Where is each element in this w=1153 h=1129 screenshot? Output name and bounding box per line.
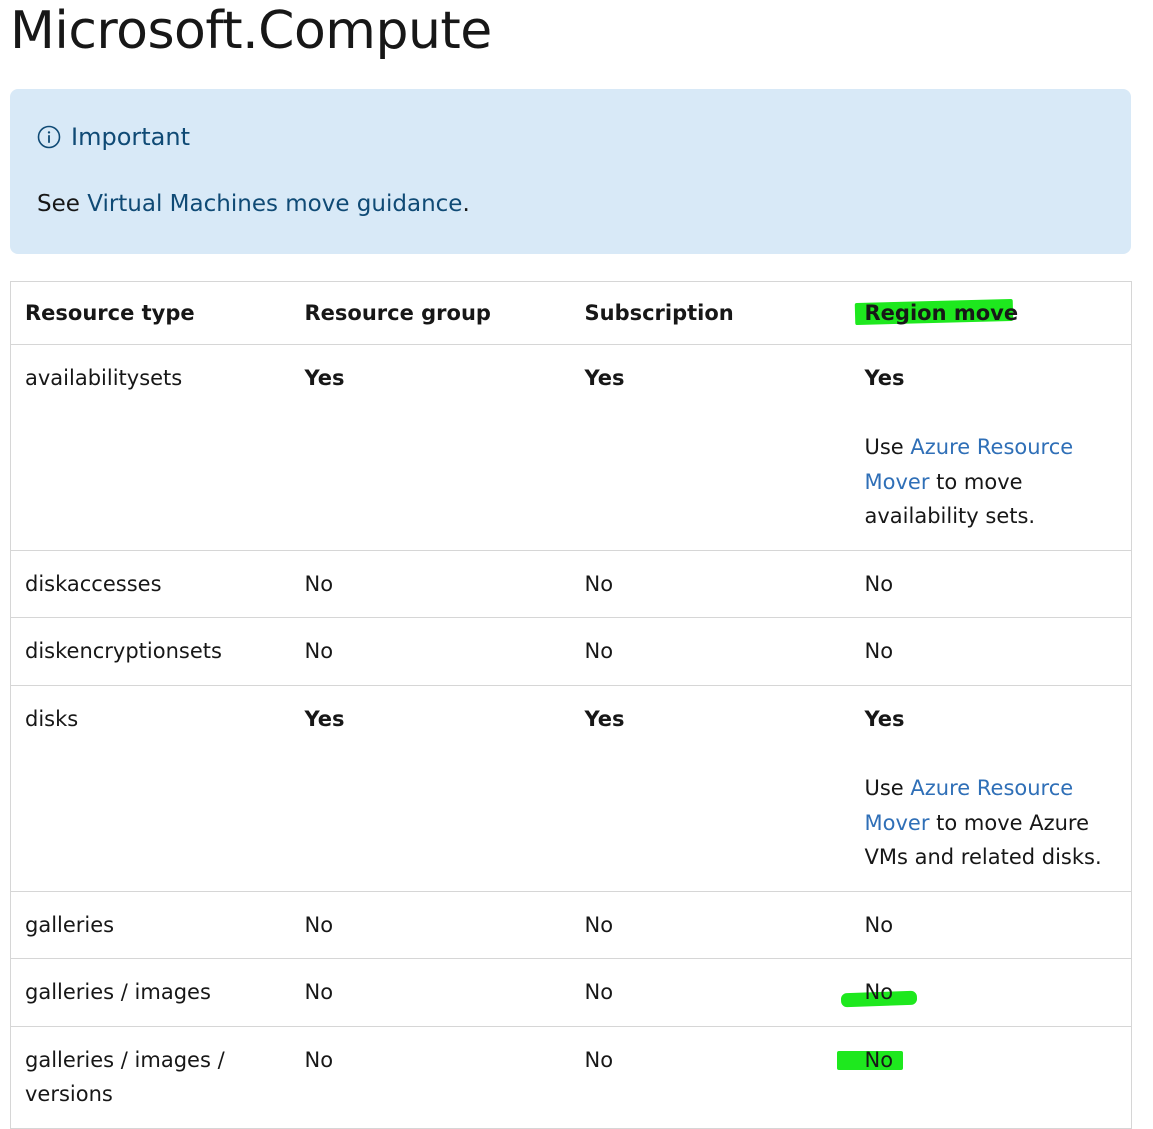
highlight-region-move-no: No xyxy=(840,975,917,1010)
header-region-move: Region move xyxy=(850,281,1132,345)
alert-body-prefix: See xyxy=(37,191,88,217)
highlight-region-move-no: No xyxy=(836,1043,903,1078)
cell-resource-group: Yes xyxy=(290,344,571,551)
region-move-note: Use Azure Resource Mover to move availab… xyxy=(865,430,1118,534)
vm-move-guidance-link[interactable]: Virtual Machines move guidance xyxy=(87,191,462,217)
cell-resource-group: No xyxy=(290,891,571,959)
cell-region-move: No xyxy=(850,891,1132,959)
table-row: disks Yes Yes Yes Use Azure Resource Mov… xyxy=(10,685,1132,892)
cell-region-move: Yes Use Azure Resource Mover to move Azu… xyxy=(850,685,1132,892)
header-resource-type: Resource type xyxy=(10,281,291,345)
important-alert: Important See Virtual Machines move guid… xyxy=(10,89,1131,254)
header-resource-group: Resource group xyxy=(290,281,571,345)
cell-subscription: No xyxy=(570,1026,851,1129)
cell-subscription: No xyxy=(570,958,851,1027)
table-row: galleries / images No No No xyxy=(10,958,1132,1027)
cell-resource-group: No xyxy=(290,1026,571,1129)
table-header-row: Resource type Resource group Subscriptio… xyxy=(10,281,1132,345)
region-move-value: No xyxy=(864,980,894,1004)
table-row: diskencryptionsets No No No xyxy=(10,617,1132,686)
cell-region-move: No xyxy=(850,550,1132,618)
cell-resource-group: No xyxy=(290,617,571,686)
alert-body-suffix: . xyxy=(462,191,470,217)
table-row: galleries No No No xyxy=(10,891,1132,959)
note-prefix: Use xyxy=(864,435,911,459)
alert-heading: Important xyxy=(37,123,190,151)
cell-region-move: Yes Use Azure Resource Mover to move ava… xyxy=(850,344,1132,551)
cell-region-move: No xyxy=(840,958,1132,1027)
cell-region-move: No xyxy=(850,617,1132,686)
cell-subscription: No xyxy=(570,891,851,959)
table-row: availabilitysets Yes Yes Yes Use Azure R… xyxy=(10,344,1132,551)
resource-move-table: Resource type Resource group Subscriptio… xyxy=(10,281,1132,1129)
cell-subscription: No xyxy=(570,550,851,618)
cell-resource-type: galleries xyxy=(10,891,291,959)
alert-heading-label: Important xyxy=(71,123,190,151)
info-icon xyxy=(37,125,61,149)
cell-resource-type: disks xyxy=(10,685,291,892)
header-region-move-label: Region move xyxy=(864,301,1019,325)
page-title: Microsoft.Compute xyxy=(10,1,492,61)
highlight-region-move: Region move xyxy=(854,296,1019,331)
cell-resource-type: galleries / images / versions xyxy=(10,1026,291,1129)
cell-resource-group: No xyxy=(290,550,571,618)
region-move-note: Use Azure Resource Mover to move Azure V… xyxy=(865,771,1118,875)
cell-subscription: Yes xyxy=(570,344,851,551)
cell-resource-group: No xyxy=(290,958,571,1027)
cell-resource-type: diskencryptionsets xyxy=(10,617,291,686)
cell-resource-type: galleries / images xyxy=(10,958,291,1027)
region-move-value: Yes xyxy=(864,365,905,390)
table-row: diskaccesses No No No xyxy=(10,550,1132,618)
region-move-value: Yes xyxy=(864,706,905,731)
note-prefix: Use xyxy=(864,776,911,800)
cell-resource-type: diskaccesses xyxy=(10,550,291,618)
table-row: galleries / images / versions No No No xyxy=(10,1026,1132,1129)
cell-subscription: No xyxy=(570,617,851,686)
cell-resource-type: availabilitysets xyxy=(10,344,291,551)
cell-region-move: No xyxy=(836,1026,1132,1129)
alert-body: See Virtual Machines move guidance. xyxy=(37,191,470,217)
region-move-value: No xyxy=(864,1047,894,1072)
cell-subscription: Yes xyxy=(570,685,851,892)
header-subscription: Subscription xyxy=(570,281,851,345)
cell-resource-group: Yes xyxy=(290,685,571,892)
